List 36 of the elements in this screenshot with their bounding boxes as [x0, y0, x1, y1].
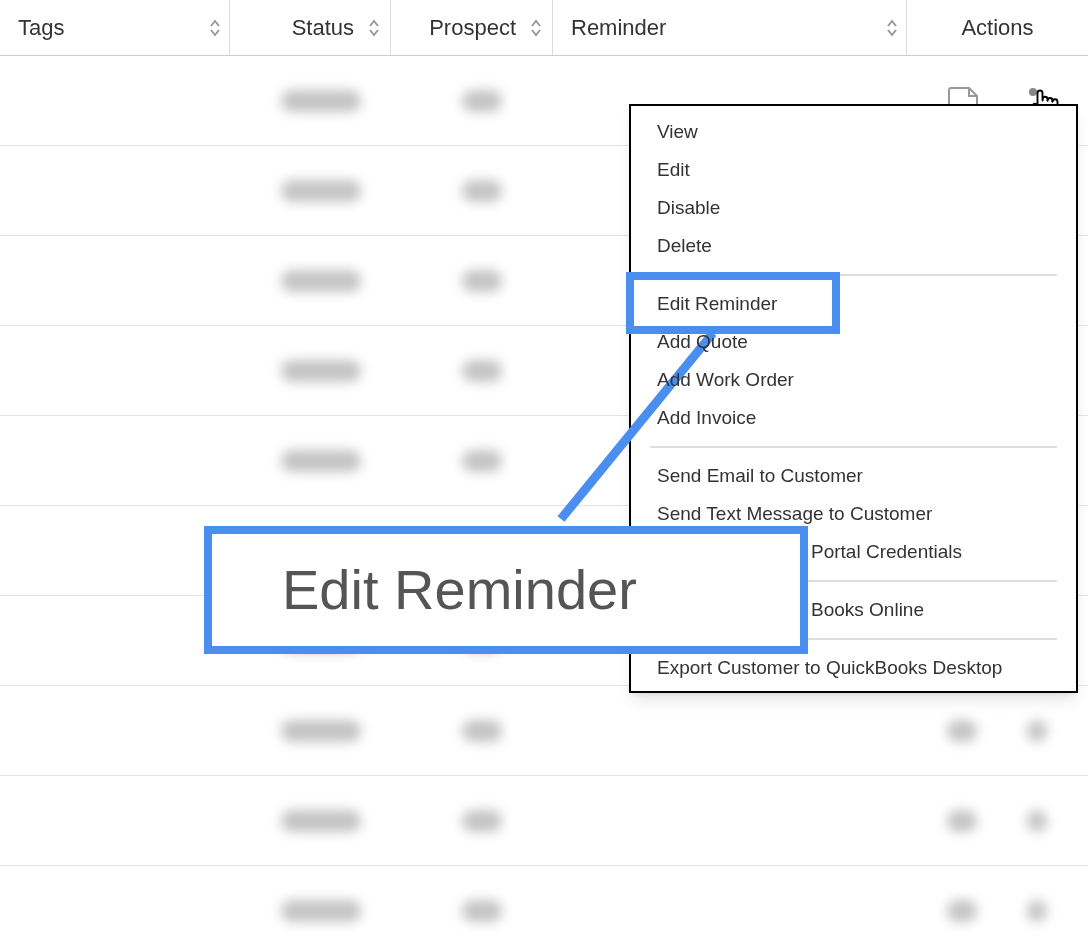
blurred-content: [462, 359, 502, 382]
menu-item[interactable]: Edit: [657, 155, 690, 185]
menu-item[interactable]: Books Online: [811, 595, 924, 625]
blurred-content: [462, 269, 502, 292]
blurred-content: [947, 719, 977, 742]
sort-icon: [886, 17, 898, 38]
blurred-content: [462, 809, 502, 832]
menu-item[interactable]: Send Email to Customer: [657, 461, 863, 491]
blurred-content: [1027, 719, 1047, 742]
blurred-content: [462, 719, 502, 742]
blurred-content: [947, 809, 977, 832]
blurred-content: [462, 449, 502, 472]
sort-icon: [209, 17, 221, 38]
blurred-content: [1027, 899, 1047, 922]
blurred-content: [1027, 809, 1047, 832]
column-header[interactable]: Reminder: [553, 0, 907, 55]
menu-item[interactable]: Send Text Message to Customer: [657, 499, 933, 529]
menu-item[interactable]: Export Customer to QuickBooks Desktop: [657, 653, 1003, 683]
menu-item[interactable]: View: [657, 117, 698, 147]
menu-item[interactable]: Delete: [657, 231, 712, 261]
blurred-content: [462, 89, 502, 112]
column-header[interactable]: Tags: [0, 0, 230, 55]
sort-icon: [530, 17, 542, 38]
menu-item[interactable]: Add Invoice: [657, 403, 757, 433]
more-icon[interactable]: [1029, 87, 1037, 96]
column-header: Actions: [960, 14, 1035, 42]
sort-icon: [368, 17, 380, 38]
column-header[interactable]: Status: [230, 0, 391, 55]
blurred-content: [947, 899, 977, 922]
blurred-content: [462, 179, 502, 202]
column-header[interactable]: Prospect: [391, 0, 553, 55]
blurred-content: [462, 899, 502, 922]
callout-text: Edit Reminder: [282, 557, 637, 623]
menu-item[interactable]: Disable: [657, 193, 721, 223]
menu-item[interactable]: Edit Reminder: [657, 289, 778, 319]
menu-item[interactable]: Portal Credentials: [811, 537, 963, 567]
